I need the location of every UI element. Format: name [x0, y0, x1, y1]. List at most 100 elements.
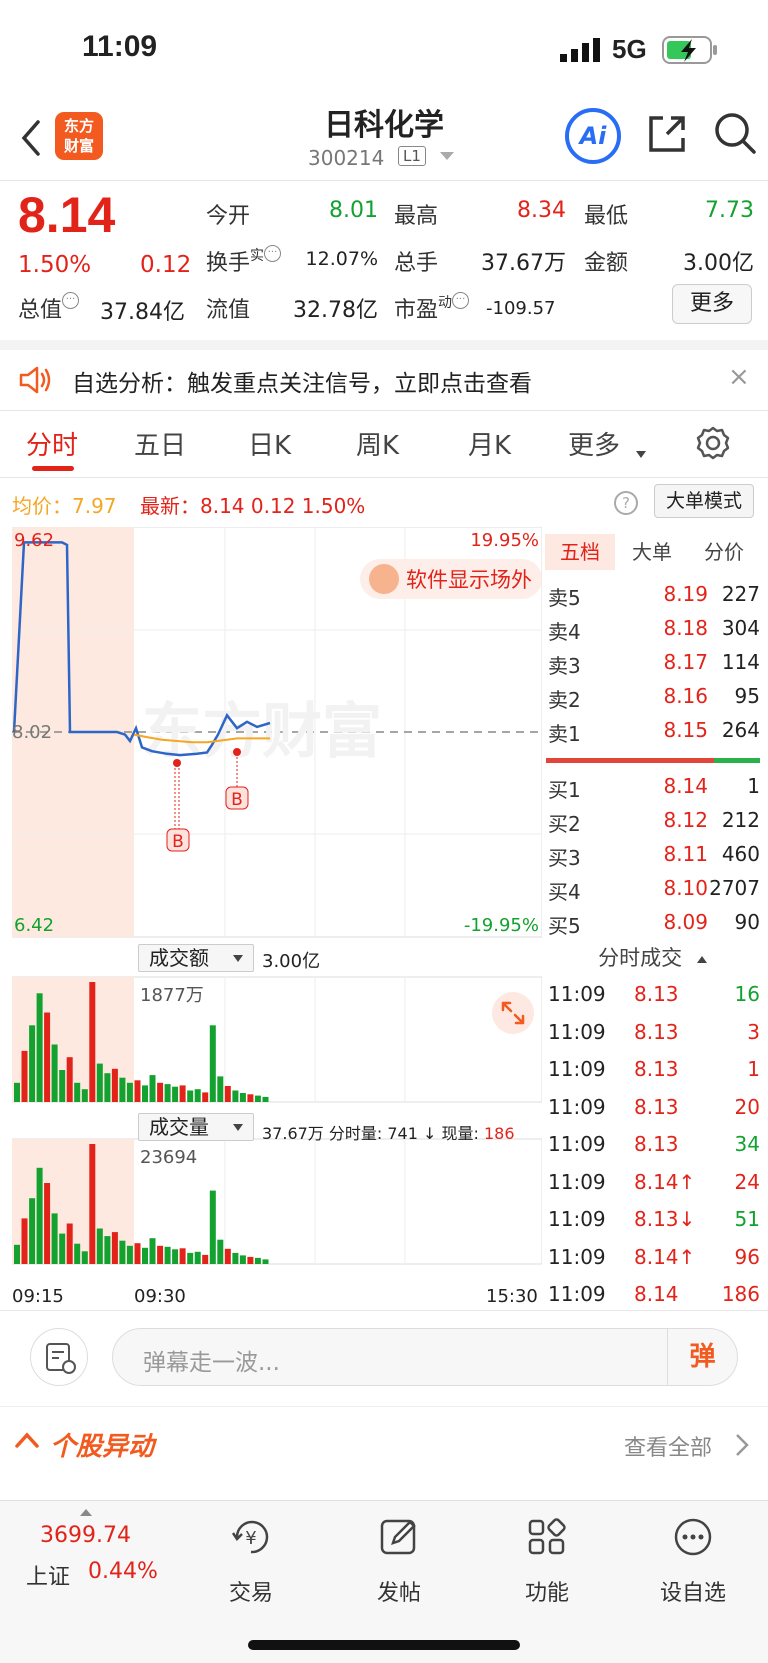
tab-intraday[interactable]: 分时 — [26, 425, 78, 462]
logo-line2: 财富 — [63, 137, 94, 155]
bar — [254, 1257, 261, 1264]
bar — [59, 1233, 66, 1264]
market-cap-label-text: 总值 — [18, 298, 63, 323]
signal-dot — [173, 759, 181, 767]
amount-selector[interactable]: 成交额 — [138, 944, 254, 972]
bar — [111, 1232, 118, 1264]
share-icon[interactable] — [645, 112, 689, 156]
chevron-up-icon[interactable] — [14, 1430, 40, 1450]
tab-five-day[interactable]: 五日 — [134, 425, 186, 462]
bar — [187, 1252, 194, 1264]
tick-time: 11:09 — [548, 1094, 606, 1119]
tick-price: 8.13 — [634, 1019, 679, 1044]
bid-price: 8.12 — [663, 808, 708, 832]
bid-label: 买2 — [548, 812, 581, 836]
expand-icon — [501, 1001, 525, 1025]
change-percent: 1.50% — [18, 252, 92, 278]
more-button[interactable]: 更多 — [672, 284, 752, 324]
ask-row: 卖2 8.16 95 — [548, 680, 760, 714]
stock-code: 300214 — [308, 146, 385, 170]
open-label: 今开 — [206, 204, 251, 229]
tab-big-orders[interactable]: 大单 — [617, 534, 687, 570]
low-value: 7.73 — [705, 198, 754, 223]
bar — [157, 1245, 164, 1264]
bid-row: 买3 8.11 460 — [548, 838, 760, 872]
bid-label: 买3 — [548, 846, 581, 870]
float-cap-label: 流值 — [206, 298, 251, 323]
intraday-chart[interactable]: 东方财富 B B 软件显示场外 9.62 8.02 6.42 19.95% -1… — [12, 527, 542, 1307]
amount-total: 3.00亿 — [262, 951, 321, 972]
battery-icon — [662, 36, 717, 64]
signal-dot — [233, 748, 241, 756]
info-icon[interactable]: ··· — [452, 292, 470, 309]
amount-label: 金额 — [584, 251, 629, 276]
danmu-settings-button[interactable] — [30, 1328, 88, 1386]
promo-text: 软件显示场外 — [406, 568, 532, 592]
status-bar: 11:09 5G — [0, 0, 768, 100]
big-order-mode-button[interactable]: 大单模式 — [654, 484, 754, 518]
bar — [51, 1213, 58, 1264]
bid-label: 买1 — [548, 778, 581, 802]
back-icon[interactable] — [18, 118, 44, 158]
volume-info-text: 37.67万 分时量: 741 ↓ 现量: — [262, 1124, 484, 1143]
bar — [51, 1044, 58, 1102]
ask-price: 8.17 — [663, 650, 708, 674]
tab-price-dist[interactable]: 分价 — [689, 534, 759, 570]
bid-row: 买5 8.09 90 — [548, 906, 760, 940]
tab-more[interactable]: 更多 — [568, 425, 620, 462]
nav-post[interactable]: 发帖 — [334, 1515, 464, 1606]
tab-daily-k[interactable]: 日K — [248, 425, 291, 462]
bar — [126, 1245, 133, 1264]
view-all-link[interactable]: 查看全部 — [624, 1430, 712, 1462]
tab-weekly-k[interactable]: 周K — [356, 425, 399, 462]
market-cap-value: 37.84亿 — [100, 300, 185, 325]
bar — [247, 1094, 254, 1102]
tab-monthly-k[interactable]: 月K — [468, 425, 511, 462]
close-icon[interactable]: × — [728, 362, 750, 392]
danmu-input[interactable]: 弹幕走一波... 弹 — [112, 1328, 738, 1386]
gear-icon[interactable] — [695, 425, 731, 461]
info-icon[interactable]: ··· — [62, 292, 80, 309]
chevron-up-icon — [696, 955, 707, 963]
y-axis-mid: 8.02 — [12, 722, 52, 743]
nav-functions-label: 功能 — [524, 1581, 569, 1606]
danmu-send-button[interactable]: 弹 — [667, 1329, 737, 1385]
latest-price: 最新：8.14 0.12 1.50% — [140, 494, 366, 518]
search-icon[interactable] — [712, 110, 758, 156]
chevron-right-icon[interactable] — [734, 1432, 750, 1458]
more-dots-icon — [674, 1518, 712, 1556]
bid-row: 买4 8.10 2707 — [548, 872, 760, 906]
bar — [81, 1089, 88, 1102]
expand-button[interactable] — [492, 992, 534, 1034]
network-type: 5G — [612, 34, 647, 64]
ask-price: 8.15 — [663, 718, 708, 742]
nav-trade[interactable]: ¥ 交易 — [186, 1515, 316, 1606]
bid-price: 8.14 — [663, 774, 708, 798]
chevron-down-icon[interactable] — [440, 152, 454, 160]
ticks-title[interactable]: 分时成交 — [545, 942, 760, 972]
volume-value: 37.67万 — [481, 251, 566, 276]
nav-add-watchlist[interactable]: 设自选 — [628, 1515, 758, 1606]
help-icon[interactable]: ? — [614, 491, 638, 515]
notice-bar[interactable]: 自选分析：触发重点关注信号，立即点击查看 × — [0, 350, 768, 410]
bar — [209, 1190, 216, 1264]
bar — [81, 1251, 88, 1264]
time-axis-end: 15:30 — [486, 1286, 538, 1307]
info-icon[interactable]: ··· — [264, 245, 282, 262]
ask-volume: 114 — [721, 650, 760, 674]
high-label: 最高 — [394, 204, 439, 229]
logo-line1: 东方 — [63, 117, 94, 135]
tab-five-levels[interactable]: 五档 — [545, 534, 615, 570]
index-percent: 0.44% — [88, 1559, 158, 1584]
index-quote[interactable]: 3699.74 上证 0.44% — [0, 1501, 170, 1611]
buy-sell-ratio-bar-sell — [714, 758, 760, 763]
amount-value: 3.00亿 — [683, 251, 754, 276]
nav-functions[interactable]: 功能 — [482, 1515, 612, 1606]
bar — [96, 1063, 103, 1102]
bar — [96, 1228, 103, 1264]
bar — [187, 1090, 194, 1102]
volume-selector[interactable]: 成交量 — [138, 1113, 254, 1141]
danmu-settings-icon — [46, 1343, 76, 1374]
ask-volume: 304 — [721, 616, 760, 640]
ai-button[interactable]: Ai — [565, 108, 621, 164]
